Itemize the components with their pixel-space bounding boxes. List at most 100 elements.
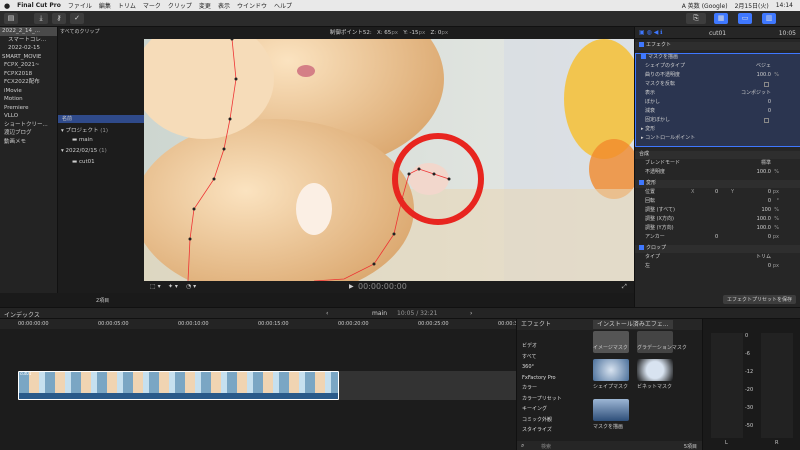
category-color-presets[interactable]: カラープリセット [517,394,589,405]
key-icon[interactable]: ⚷ [52,13,66,24]
save-preset-button[interactable]: エフェクトプリセットを保存 [722,295,796,304]
index-button[interactable]: インデックス [4,310,40,319]
invert-mask-row[interactable]: マスクを反転 [635,81,800,89]
effects-section[interactable]: エフェクト [635,42,800,50]
category-keying[interactable]: キーイング [517,404,589,415]
menu-modify[interactable]: 変更 [199,1,211,10]
blend-mode-row[interactable]: ブレンドモード 標準 [635,160,800,168]
effects-dropdown[interactable]: インストール済みエフェ... [593,320,673,329]
scale-x-row[interactable]: 調整 (X方向) 100.0% [635,216,800,224]
browser-clip-cut01[interactable]: ▬ cut01 [72,159,95,165]
timeline-toolbar: インデックス main 10:05 / 32:21 ‹ › [0,307,800,319]
anchor-row[interactable]: アンカー 0 0 px [635,234,800,242]
draw-mask-label[interactable]: マスクを描画 [635,54,800,62]
transform-tool-icon[interactable]: ⬚ ▾ [150,283,161,290]
category-all[interactable]: すべて [517,352,589,363]
thumb-vignette-mask[interactable] [637,359,673,381]
feather-row[interactable]: ぼかし 0 [635,99,800,107]
browser-project-group[interactable]: ▾ プロジェクト (1) [61,126,108,134]
rotation-row[interactable]: 回転 0 ° [635,198,800,206]
library-item-2022-2-14[interactable]: 2022_2_14_... [0,27,57,36]
display-row[interactable]: 表示 コンポジット [635,90,800,98]
library-item-blog[interactable]: 渡辺ブログ [0,129,57,138]
browser-project-main[interactable]: ▬ main [72,137,93,143]
transform-disclosure[interactable]: ▸ 変形 [635,126,800,134]
scale-y-row[interactable]: 調整 (Y方向) 100.0% [635,225,800,233]
control-points-disclosure[interactable]: ▸ コントロールポイント [635,135,800,143]
apple-icon[interactable]: ● [4,2,10,10]
library-item-fcpx2021[interactable]: FCPX_2021~ [0,61,57,70]
menu-app[interactable]: Final Cut Pro [17,2,61,9]
effects-search-icon[interactable]: ⌕ [521,442,524,450]
viewer-x: X: 65 [376,30,392,36]
menu-window[interactable]: ウインドウ [237,1,267,10]
viewer-timecode[interactable]: 00:00:00:00 [358,282,407,291]
browser-date-group[interactable]: ▾ 2022/02/15 (1) [61,148,107,154]
layout-timeline-icon[interactable]: ▭ [738,13,752,24]
scale-all-row[interactable]: 調整 (すべて) 100% [635,207,800,215]
speed-icon[interactable]: ◔ ▾ [186,283,196,290]
layout-browser-icon[interactable]: ▦ [714,13,728,24]
fullscreen-icon[interactable]: ⤢ [622,283,627,291]
crop-section[interactable]: クロップ [635,245,800,253]
timeline-clip[interactable]: cut01 [18,371,339,400]
import-icon[interactable]: ⤓ [34,13,48,24]
library-item-smart-movie[interactable]: SMART_MOVIE [0,53,57,62]
menu-mark[interactable]: マーク [143,1,161,10]
layout-inspector-icon[interactable]: ▥ [762,13,776,24]
library-item-motion[interactable]: Motion [0,95,57,104]
share-icon[interactable]: ⎘ [686,13,706,24]
menu-edit[interactable]: 編集 [99,1,111,10]
menu-clip[interactable]: クリップ [168,1,192,10]
effects-search-input[interactable]: 検索 [541,443,551,450]
library-item-fcx2022[interactable]: FCX2022配布 [0,78,57,87]
back-icon[interactable]: ‹ [326,310,328,317]
library-item-fcpx2018[interactable]: FCPX2018 [0,70,57,79]
composite-section[interactable]: 合成 [635,151,800,159]
transform-section[interactable]: 変形 [635,180,800,188]
play-icon[interactable]: ▶ [349,283,354,290]
outer-opacity-row[interactable]: 曲りの不透明度 100.0% [635,72,800,80]
category-video[interactable]: ビデオ [517,341,589,352]
thumb-draw-mask[interactable] [593,399,629,421]
crop-left-row[interactable]: 左 0 px [635,263,800,271]
category-color[interactable]: カラー [517,383,589,394]
menu-trim[interactable]: トリム [118,1,136,10]
position-row[interactable]: 位置 X 0 Y 0 px [635,189,800,197]
check-icon[interactable]: ✓ [70,13,84,24]
library-item-imovie[interactable]: iMovie [0,87,57,96]
library-item-smart[interactable]: スマートコレ... [0,36,57,45]
category-fxfactory[interactable]: FxFactory Pro [517,373,589,384]
viewer[interactable]: 制御ポイント52: X: 65px Y: -15px Z: 0px ⬚ ▾ ✦ … [144,27,634,293]
menu-view[interactable]: 表示 [218,1,230,10]
timeline-ruler[interactable]: 00:00:00:00 00:00:05:00 00:00:10:00 00:0… [0,319,529,329]
falloff-row[interactable]: 減衰 0 [635,108,800,116]
menu-help[interactable]: ヘルプ [274,1,292,10]
menu-file[interactable]: ファイル [68,1,92,10]
browser-column-header[interactable]: 名前 [58,115,145,123]
opacity-row[interactable]: 不透明度 100.0% [635,169,800,177]
library-item-2022-02-15[interactable]: 2022-02-15 [0,44,57,53]
video-inspector-icon[interactable]: ▣ ◍ ◀ ℹ [639,29,663,36]
enhance-icon[interactable]: ✦ ▾ [168,283,178,290]
category-360[interactable]: 360° [517,362,589,373]
timeline[interactable]: 00:00:00:00 00:00:05:00 00:00:10:00 00:0… [0,319,529,450]
library-item-short[interactable]: ショートクリー... [0,121,57,130]
library-item-vllo[interactable]: VLLO [0,112,57,121]
library-icon[interactable]: ▤ [4,13,18,24]
input-source[interactable]: A 英数 (Google) [682,1,728,10]
shape-type-row[interactable]: シェイプのタイプ ベジェ [635,63,800,71]
thumb-shape-mask[interactable] [593,359,629,381]
crop-type-row[interactable]: タイプ トリム [635,254,800,262]
library-item-premiere[interactable]: Premiere [0,104,57,113]
forward-icon[interactable]: › [470,310,472,317]
meter-right [761,333,793,438]
time-label: 14:14 [775,2,793,9]
category-comic[interactable]: コミック外観 [517,415,589,426]
fixed-feather-row[interactable]: 固定ぼかし [635,117,800,125]
category-stylize[interactable]: スタイライズ [517,425,589,436]
library-item-memo[interactable]: 動画メモ [0,138,57,147]
effects-footer: ⌕ 検索 5項目 [517,441,703,450]
timeline-empty-track[interactable] [339,371,516,400]
browser-filter[interactable]: すべてのクリップ [58,27,144,37]
